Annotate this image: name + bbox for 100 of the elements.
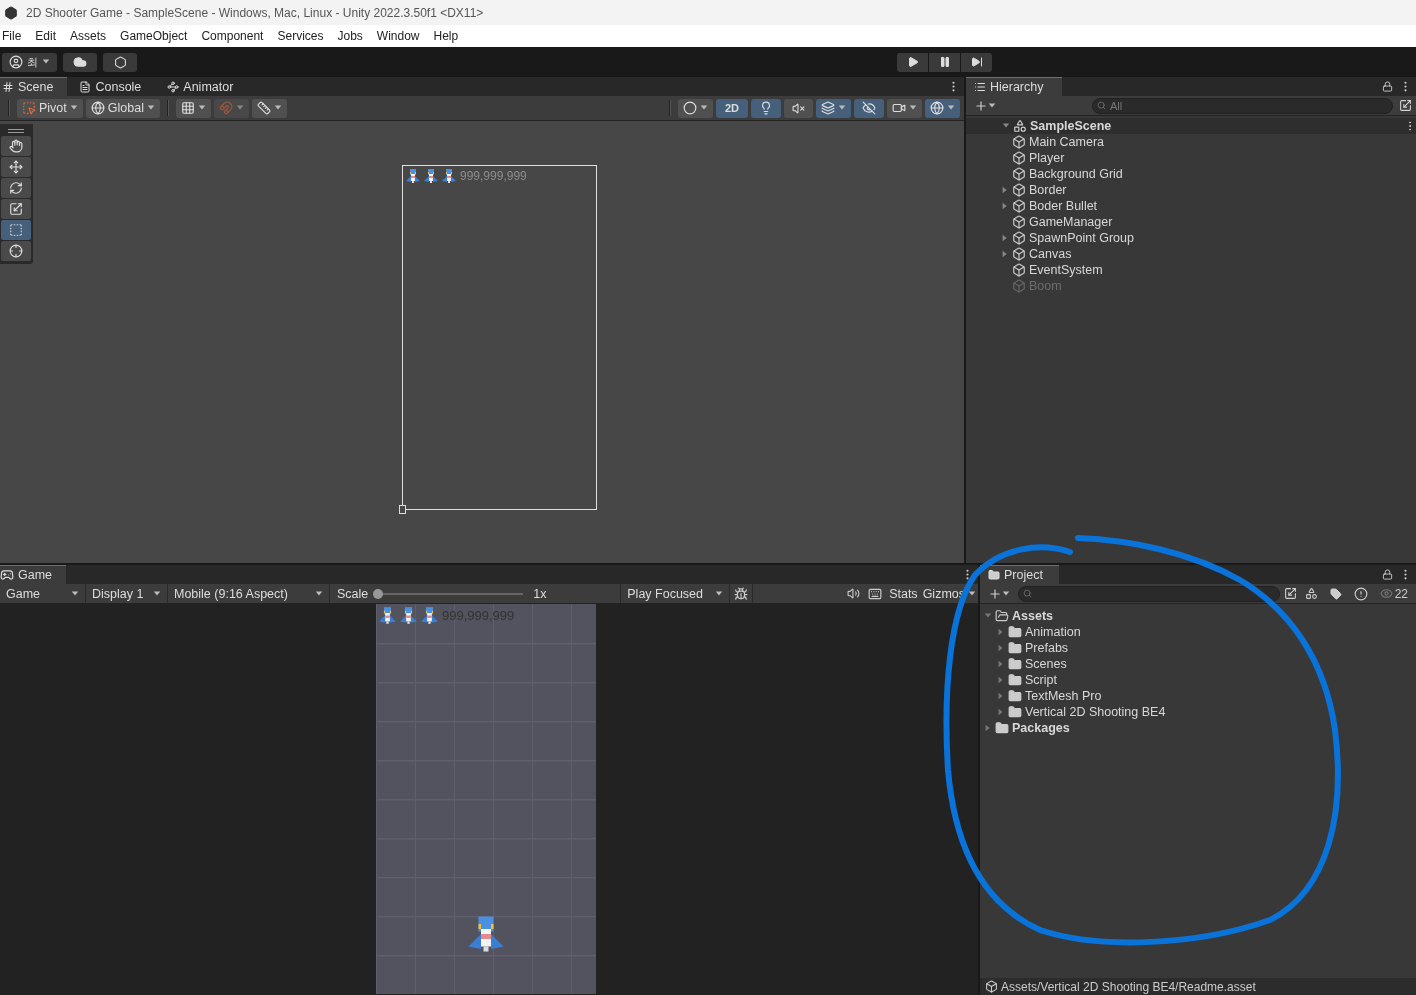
window-title: 2D Shooter Game - SampleScene - Windows, Mac, Linux - Unity 2022.3.50f1 <DX11> (26, 5, 484, 20)
layers-icon (821, 101, 835, 115)
ship-icon (405, 168, 421, 184)
lock-icon[interactable] (1382, 569, 1393, 580)
rotate-icon (9, 181, 23, 195)
search-window-icon[interactable] (1399, 99, 1412, 112)
folder-item[interactable]: Vertical 2D Shooting BE4 (1025, 705, 1166, 719)
camera-button[interactable] (887, 98, 922, 118)
ship-icon (441, 168, 457, 184)
view-mode-dropdown[interactable]: Game (0, 584, 86, 603)
status-path: Assets/Vertical 2D Shooting BE4/Readme.asset (1001, 979, 1256, 994)
caret-icon (699, 104, 708, 112)
lock-icon[interactable] (1382, 81, 1393, 92)
gizmos-button[interactable] (925, 98, 960, 118)
folder-icon (1008, 673, 1022, 687)
search-window-icon[interactable] (1283, 587, 1297, 600)
services-button[interactable] (103, 52, 137, 72)
menu-item[interactable]: Window (373, 29, 426, 43)
panel-tab[interactable]: Project (980, 565, 1059, 584)
folder-item[interactable]: Prefabs (1025, 641, 1069, 655)
pivot-button[interactable]: Pivot (17, 98, 83, 118)
hierarchy-item[interactable]: SpawnPoint Group (1029, 231, 1134, 245)
hexagon-icon (113, 55, 127, 69)
shading-mode-button[interactable] (677, 98, 713, 118)
caret-icon (235, 104, 244, 112)
folder-item[interactable]: Script (1025, 673, 1057, 687)
mute-icon (792, 101, 805, 115)
menu-item[interactable]: Assets (67, 29, 113, 43)
grid-snap-button[interactable] (175, 98, 211, 118)
hierarchy-item[interactable]: Main Camera (1029, 135, 1105, 149)
scale-reading: 1x (532, 586, 548, 601)
folder-item[interactable]: Assets (1012, 609, 1053, 623)
folder-item[interactable]: Scenes (1025, 657, 1067, 671)
visibility-toggle[interactable] (854, 98, 884, 118)
scale-tool-button[interactable] (1, 199, 31, 219)
step-button[interactable] (961, 52, 992, 72)
play-button[interactable] (897, 52, 928, 72)
increment-snap-button[interactable] (251, 98, 287, 118)
display-dropdown[interactable]: Display 1 (86, 584, 168, 603)
move-tool-button[interactable] (1, 157, 31, 177)
keyboard-icon (868, 586, 883, 601)
gizmo-icon (930, 101, 944, 115)
rect-tool-button[interactable] (1, 220, 31, 240)
2d-toggle[interactable]: 2D (715, 98, 748, 118)
camera-icon (892, 101, 906, 115)
play-icon (906, 56, 919, 68)
globe-icon (90, 101, 105, 115)
menu-item[interactable]: GameObject (117, 29, 194, 43)
hierarchy-item[interactable]: EventSystem (1029, 263, 1103, 277)
rect-icon (9, 223, 23, 237)
rotate-tool-button[interactable] (1, 178, 31, 198)
caret-icon (71, 589, 79, 598)
effects-button[interactable] (816, 98, 851, 118)
cloud-button[interactable] (63, 52, 97, 72)
play-mode-dropdown[interactable]: Play Focused (620, 584, 731, 603)
hierarchy-item[interactable]: Background Grid (1029, 167, 1123, 181)
folder-item[interactable]: Animation (1025, 625, 1081, 639)
view-tool-button[interactable] (1, 136, 31, 156)
menu-item[interactable]: Component (198, 29, 270, 43)
panel-tab[interactable]: Console (67, 77, 156, 96)
grid-icon (2, 81, 14, 93)
stats-button[interactable]: Stats (886, 584, 921, 603)
folder-item[interactable]: TextMesh Pro (1025, 689, 1102, 703)
folder-icon (1008, 705, 1022, 719)
resize-handle[interactable] (399, 505, 406, 514)
search-field[interactable] (1018, 585, 1280, 602)
lighting-toggle[interactable] (751, 98, 781, 118)
folder-item[interactable]: Packages (1012, 721, 1070, 735)
document-icon (79, 81, 92, 93)
global-button[interactable]: Global (85, 98, 160, 118)
aspect-dropdown[interactable]: Mobile (9:16 Aspect) (168, 584, 330, 603)
bug-icon (734, 586, 749, 601)
lightbulb-icon (759, 101, 773, 115)
hidden-packages-button[interactable]: 22 (1375, 584, 1412, 603)
panel-tab[interactable]: Game (0, 565, 67, 584)
audio-toggle[interactable] (784, 98, 813, 118)
search-icon (1023, 589, 1032, 598)
gamepad-icon (0, 568, 14, 582)
hierarchy-item[interactable]: Boder Bullet (1029, 199, 1098, 213)
slider-thumb[interactable] (373, 588, 384, 599)
scene-item[interactable]: SampleScene (1030, 119, 1112, 133)
hierarchy-item[interactable]: Canvas (1029, 247, 1072, 261)
sphere-icon (682, 101, 697, 115)
plus-icon (974, 98, 988, 113)
menu-item[interactable]: Services (274, 29, 330, 43)
menu-item[interactable]: Jobs (334, 29, 369, 43)
hierarchy-item[interactable]: GameManager (1029, 215, 1113, 229)
hierarchy-item[interactable]: Border (1029, 183, 1067, 197)
account-button[interactable]: 최 (2, 52, 57, 72)
menu-item[interactable]: Help (430, 29, 465, 43)
panel-tab[interactable]: Animator (155, 77, 238, 96)
pause-button[interactable] (929, 52, 960, 72)
caret-icon (153, 589, 161, 598)
menu-item[interactable]: File (0, 29, 28, 43)
transform-tool-button[interactable] (1, 241, 31, 261)
hierarchy-item[interactable]: Player (1029, 151, 1065, 165)
panel-tab[interactable]: Scene (0, 77, 68, 96)
asset-icon (985, 980, 998, 993)
menu-item[interactable]: Edit (32, 29, 63, 43)
panel-tab[interactable]: Hierarchy (966, 77, 1062, 96)
